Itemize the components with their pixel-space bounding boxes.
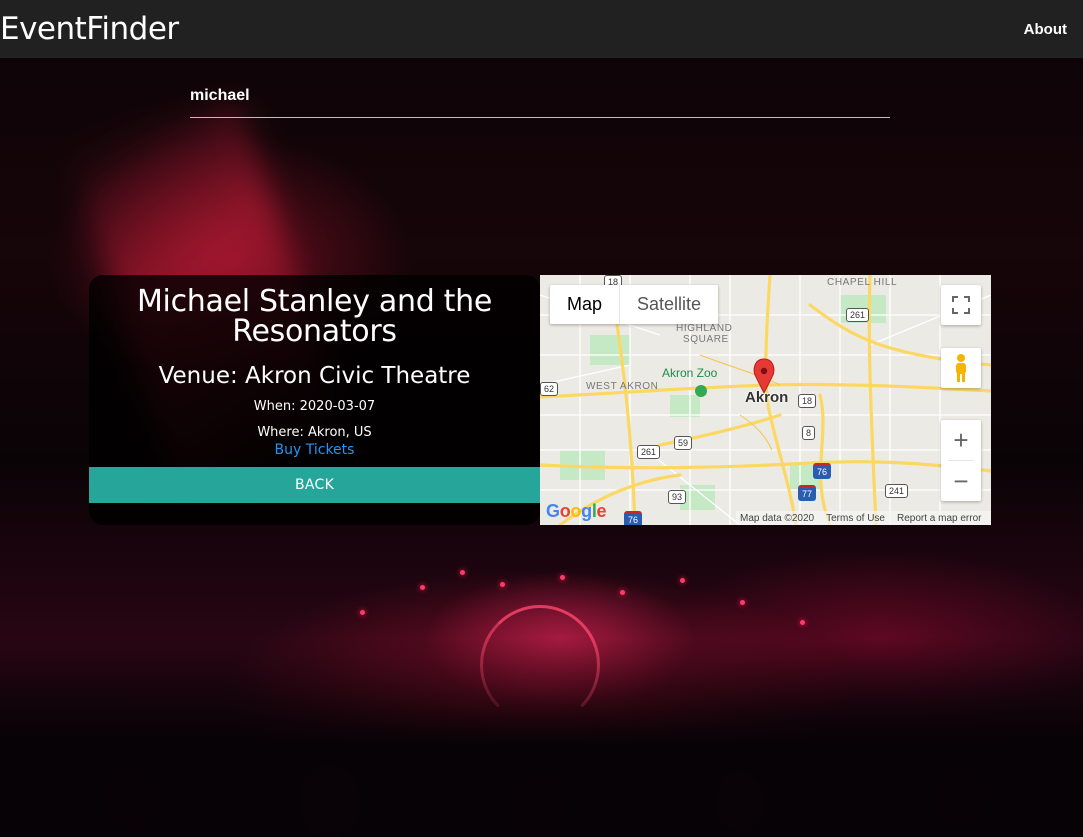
terms-of-use-link[interactable]: Terms of Use <box>826 513 885 524</box>
park-area <box>670 395 700 417</box>
back-button[interactable]: BACK <box>89 467 540 503</box>
park-area <box>590 335 630 365</box>
google-logo: Google <box>546 501 607 521</box>
stage-light <box>420 585 425 590</box>
route-shield: 59 <box>674 436 693 450</box>
brand-logo[interactable]: EventFinder <box>0 11 179 47</box>
stage-light <box>620 590 625 595</box>
route-shield: 261 <box>846 308 870 322</box>
zoo-icon <box>695 385 707 397</box>
map-city-akron: Akron <box>745 389 789 406</box>
map-type-satellite-button[interactable]: Satellite <box>620 285 718 324</box>
buy-tickets-link[interactable]: Buy Tickets <box>275 442 355 458</box>
event-venue: Venue: Akron Civic Theatre <box>158 363 471 389</box>
route-shield: 8 <box>802 426 816 440</box>
map-label-chapel-hill: CHAPEL HILL <box>827 277 898 288</box>
location-pin[interactable] <box>753 358 775 395</box>
fullscreen-button[interactable] <box>941 285 981 325</box>
map-type-control: Map Satellite <box>550 285 719 324</box>
zoom-in-button[interactable]: + <box>941 420 981 460</box>
pegman-icon <box>956 354 966 382</box>
interstate-shield: 76 <box>624 511 643 525</box>
event-date: When: 2020-03-07 <box>253 399 376 414</box>
map-data-credit: Map data ©2020 <box>740 512 815 524</box>
map-type-map-button[interactable]: Map <box>550 285 621 324</box>
event-map[interactable]: CHAPEL HILL HIGHLAND SQUARE WEST AKRON A… <box>540 275 991 525</box>
map-poi-akron-zoo[interactable]: Akron Zoo <box>662 366 717 380</box>
map-attribution: Map data ©2020 Terms of Use Report a map… <box>736 511 991 525</box>
crowd-silhouette <box>0 637 1083 837</box>
zoom-out-button[interactable]: − <box>941 461 981 501</box>
map-label-highland: HIGHLAND <box>676 323 733 334</box>
route-shield: 241 <box>885 484 909 498</box>
event-title: Michael Stanley and the Resonators <box>136 284 493 349</box>
interstate-shield: 77 <box>798 485 817 501</box>
stage-light <box>740 600 745 605</box>
interstate-shield: 76 <box>813 463 832 479</box>
search-input[interactable] <box>190 74 890 118</box>
map-label-square: SQUARE <box>683 334 729 345</box>
event-location: Where: Akron, US <box>257 425 372 440</box>
event-card: Michael Stanley and the Resonators Venue… <box>89 275 540 525</box>
route-shield: 18 <box>798 394 817 408</box>
stage-light <box>800 620 805 625</box>
stage-light <box>680 578 685 583</box>
nav-about-link[interactable]: About <box>1024 21 1083 38</box>
stage-light <box>360 610 365 615</box>
route-shield: 62 <box>540 382 559 396</box>
route-shield: 261 <box>637 445 661 459</box>
stage-light <box>560 575 565 580</box>
search-bar <box>190 74 890 118</box>
route-shield: 93 <box>668 490 687 504</box>
stage-light <box>460 570 465 575</box>
report-map-error-link[interactable]: Report a map error <box>897 513 981 524</box>
stage-light <box>500 582 505 587</box>
map-label-west-akron: WEST AKRON <box>586 381 659 392</box>
street-view-pegman[interactable] <box>941 348 981 388</box>
navbar: EventFinder About <box>0 0 1083 58</box>
zoom-control: + − <box>941 420 981 501</box>
fullscreen-icon <box>952 296 970 314</box>
